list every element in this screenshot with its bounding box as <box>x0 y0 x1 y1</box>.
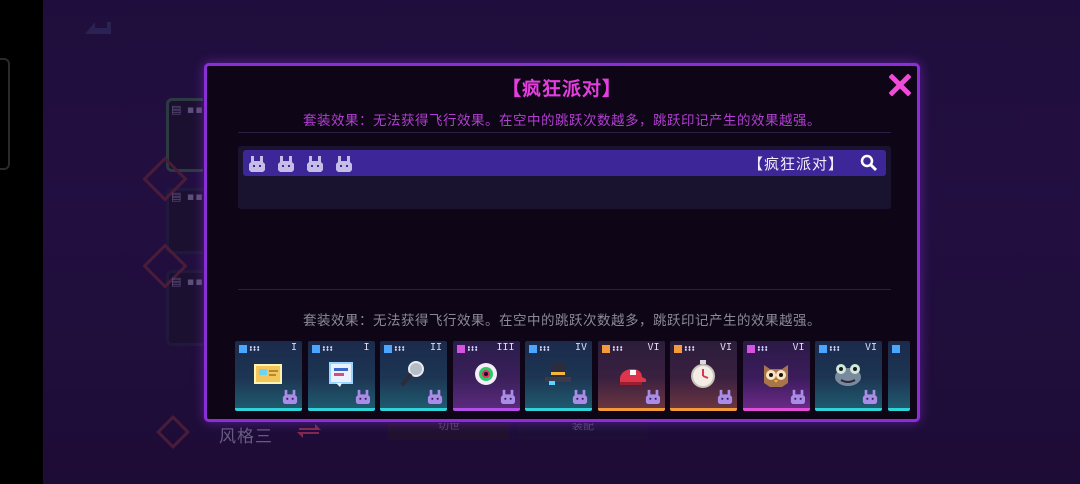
set-item-hat[interactable]: IV <box>525 341 592 411</box>
set-item-card[interactable]: I <box>235 341 302 411</box>
rarity-dots <box>684 346 695 351</box>
rabbit-icon <box>249 156 265 172</box>
rarity-dots <box>466 346 478 351</box>
set-list: 【疯狂派对】 <box>238 146 891 209</box>
item-tier: VI <box>647 342 660 353</box>
grade-badge <box>456 345 465 353</box>
item-tier: IV <box>574 342 587 353</box>
set-detail-dialog: 【疯狂派对】 套装效果：无法获得飞行效果。在空中的跳跃次数越多，跳跃印记产生的效… <box>204 63 920 422</box>
watch-icon <box>686 359 720 389</box>
set-item-note[interactable]: I <box>307 341 375 411</box>
set-effect-summary: 套装效果：无法获得飞行效果。在空中的跳跃次数越多，跳跃印记产生的效果越强。 <box>303 113 821 129</box>
grade-badge <box>239 345 247 353</box>
rabbit-icon <box>717 389 733 405</box>
grade-badge <box>746 345 755 353</box>
rabbit-icon <box>336 156 352 172</box>
search-icon[interactable] <box>860 154 878 172</box>
dialog-title: 【疯狂派对】 <box>501 78 622 100</box>
grade-badge <box>601 345 610 353</box>
set-item-partial[interactable] <box>887 341 910 411</box>
card-icon <box>251 359 285 389</box>
rarity-dots <box>611 346 623 351</box>
set-item-owl[interactable]: VI <box>742 341 810 411</box>
note-icon <box>324 359 358 389</box>
set-item-mic[interactable]: II <box>380 341 447 411</box>
item-tier: I <box>363 342 370 353</box>
close-icon[interactable] <box>889 74 911 96</box>
mic-icon <box>396 359 430 389</box>
rabbit-icon <box>282 389 298 405</box>
rabbit-icon <box>572 389 588 405</box>
rabbit-icon <box>427 389 443 405</box>
item-tier: VI <box>792 342 805 353</box>
hat-icon <box>541 359 575 389</box>
rabbit-icon <box>278 156 294 172</box>
grade-badge <box>674 345 682 353</box>
rabbit-icon <box>500 389 516 405</box>
grade-badge <box>819 345 827 353</box>
grade-badge <box>311 345 320 353</box>
set-row-crazy-party[interactable]: 【疯狂派对】 <box>243 150 886 176</box>
grade-badge <box>384 345 392 353</box>
rarity-dots <box>539 346 550 351</box>
rabbit-icon <box>307 156 323 172</box>
cap-icon <box>614 359 648 389</box>
rarity-dots <box>756 346 768 351</box>
set-item-cap[interactable]: VI <box>597 341 665 411</box>
set-items-row: I I II III IV VI VI VI VI <box>235 341 917 411</box>
screen-edge-notch <box>0 58 10 170</box>
rarity-dots <box>829 346 840 351</box>
item-tier: II <box>429 342 442 353</box>
set-effect-detail: 套装效果：无法获得飞行效果。在空中的跳跃次数越多，跳跃印记产生的效果越强。 <box>303 313 821 329</box>
rarity-dots <box>249 346 260 351</box>
grade-badge <box>529 345 537 353</box>
rabbit-icon <box>645 389 661 405</box>
rarity-dots <box>321 346 333 351</box>
divider-bottom <box>238 289 891 290</box>
set-item-eye[interactable]: III <box>452 341 520 411</box>
item-tier: I <box>290 342 297 353</box>
rabbit-icon <box>355 389 371 405</box>
owl-icon <box>759 359 793 389</box>
set-item-watch[interactable]: VI <box>670 341 737 411</box>
item-tier: VI <box>719 342 732 353</box>
rabbit-icon <box>862 389 878 405</box>
divider-top <box>238 132 891 133</box>
item-tier: VI <box>864 342 877 353</box>
set-item-frog[interactable]: VI <box>815 341 882 411</box>
eye-icon <box>469 359 503 389</box>
frog-icon <box>831 359 865 389</box>
grade-badge <box>891 345 900 353</box>
rabbit-icon <box>790 389 806 405</box>
item-tier: III <box>496 342 515 353</box>
set-row-name: 【疯狂派对】 <box>747 155 844 173</box>
rarity-dots <box>394 346 405 351</box>
